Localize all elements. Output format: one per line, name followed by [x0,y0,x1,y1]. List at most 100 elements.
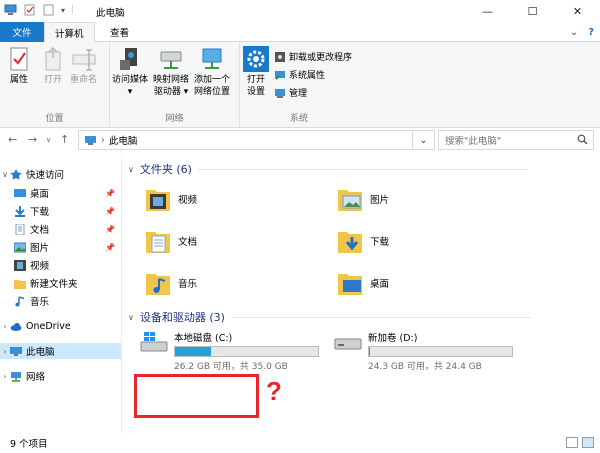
group-label-system: 系统 [289,114,308,124]
system-properties-button[interactable]: 系统属性 [274,68,325,81]
documents-folder-icon [146,232,170,253]
tab-computer[interactable]: 计算机 [44,22,95,43]
nav-network[interactable]: › 网络 [0,368,121,384]
expand-chevron-icon[interactable]: ∨ [0,170,10,179]
new-folder-icon[interactable] [42,4,55,16]
drive-c[interactable]: 本地磁盘 (C:) 26.2 GB 可用，共 35.0 GB [140,330,319,372]
up-arrow-icon[interactable]: ↑ [60,133,69,146]
forward-arrow-icon[interactable]: → [28,133,37,146]
folder-pictures[interactable]: 图片 [336,185,389,213]
map-drive-button[interactable]: 映射网络 驱动器 ▾ [153,46,189,98]
downloads-folder-icon [338,232,362,253]
location-group: 属性 打开 重命名 位置 [0,42,110,128]
folder-label: 桌面 [370,279,390,290]
drive-name: 本地磁盘 (C:) [174,333,233,344]
nav-item-desktop[interactable]: 桌面 📌 [0,185,121,201]
collapse-chevron-icon[interactable]: ∨ [128,165,134,174]
nav-item-music[interactable]: 音乐 [0,293,121,309]
help-icon[interactable]: ? [588,27,594,38]
open-button[interactable]: 打开 [40,46,66,86]
drive-usage-fill [369,347,371,356]
folder-videos[interactable]: 视频 [144,185,197,213]
title-bar: ▾ | 此电脑 — ☐ ✕ [0,0,600,22]
tab-file[interactable]: 文件 [0,22,44,42]
map-drive-label-1: 映射网络 [153,75,190,85]
ribbon-controls: ⌄ ? [570,27,594,38]
properties-button[interactable]: 属性 [6,46,32,86]
rename-button[interactable]: 重命名 [70,46,97,86]
highlight-box [134,374,259,418]
ribbon: 属性 打开 重命名 位置 访问媒体 ▾ 映射网络 驱动器 ▾ 添加一个 网络位置… [0,42,600,128]
drive-d[interactable]: 新加卷 (D:) 24.3 GB 可用，共 24.4 GB [334,330,513,372]
folder-desktop[interactable]: 桌面 [336,269,389,297]
star-icon [10,168,22,180]
uninstall-button[interactable]: 卸载或更改程序 [274,50,352,63]
properties-icon[interactable] [23,4,36,16]
open-icon [45,46,61,71]
nav-label: 文档 [30,225,50,236]
address-dropdown-chevron-icon[interactable]: ⌄ [413,130,435,150]
nav-item-videos[interactable]: 视频 [0,257,121,273]
breadcrumb-this-pc[interactable]: 此电脑 [109,133,138,147]
recent-locations-chevron-icon[interactable]: ∨ [46,136,51,144]
open-settings-button[interactable]: 打开 设置 [243,46,269,98]
nav-label: 视频 [30,261,50,272]
pin-icon: 📌 [105,206,115,216]
address-bar[interactable]: › 此电脑 [78,130,413,150]
large-icons-view-icon[interactable] [582,437,594,448]
collapse-ribbon-icon[interactable]: ⌄ [570,27,578,38]
section-header-folders[interactable]: ∨ 文件夹 (6) [128,161,528,177]
nav-item-downloads[interactable]: 下载 📌 [0,203,121,219]
ribbon-tabs: 文件 计算机 查看 [0,22,600,43]
download-arrow-icon [15,205,25,217]
drive-space: 26.2 GB 可用，共 35.0 GB [174,362,288,372]
maximize-button[interactable]: ☐ [510,0,555,22]
media-icon [120,48,137,70]
folder-label: 音乐 [178,279,198,290]
open-settings-label-1: 打开 [246,75,265,85]
drive-name: 新加卷 (D:) [368,333,418,344]
search-input[interactable]: 搜索"此电脑" [438,130,594,150]
search-icon [577,134,588,145]
back-arrow-icon[interactable]: ← [8,133,17,146]
expand-chevron-icon[interactable]: › [0,322,10,331]
nav-quick-access[interactable]: ∨ 快速访问 [0,166,121,182]
nav-item-pictures[interactable]: 图片 📌 [0,239,121,255]
collapse-chevron-icon[interactable]: ∨ [128,313,134,322]
minimize-button[interactable]: — [465,0,510,22]
open-settings-label-2: 设置 [246,87,265,97]
settings-gear-icon [243,46,269,72]
folder-downloads[interactable]: 下载 [336,227,389,255]
group-label-network: 网络 [165,114,184,124]
nav-label: 网络 [26,372,46,383]
nav-item-documents[interactable]: 文档 📌 [0,221,121,237]
desktop-folder-icon [338,274,362,295]
access-media-button[interactable]: 访问媒体 ▾ [112,46,148,98]
uninstall-icon [275,51,285,62]
music-note-icon [15,295,25,306]
uninstall-label: 卸载或更改程序 [289,53,353,63]
add-network-location-button[interactable]: 添加一个 网络位置 [194,46,230,98]
expand-chevron-icon[interactable]: › [0,347,10,356]
manage-button[interactable]: 管理 [274,86,307,99]
close-button[interactable]: ✕ [555,0,600,22]
nav-onedrive[interactable]: › OneDrive [0,318,121,334]
folder-documents[interactable]: 文档 [144,227,197,255]
manage-icon [275,88,285,98]
network-icon [11,371,21,382]
folder-music[interactable]: 音乐 [144,269,197,297]
view-toggle [566,437,594,448]
group-label-location: 位置 [45,114,64,124]
system-properties-icon [275,70,285,80]
rename-icon [72,49,95,71]
customize-toolbar-icon[interactable]: ▾ [61,6,65,15]
nav-item-new-folder[interactable]: 新建文件夹 [0,275,121,291]
drive-usage-fill [175,347,211,356]
tab-view[interactable]: 查看 [100,22,139,42]
section-header-drives[interactable]: ∨ 设备和驱动器 (3) [128,309,531,325]
address-row: ← → ∨ ↑ › 此电脑 ⌄ 搜索"此电脑" [0,128,600,152]
expand-chevron-icon[interactable]: › [0,372,10,381]
details-view-icon[interactable] [566,437,578,448]
window-controls: — ☐ ✕ [465,0,600,22]
nav-this-pc[interactable]: › 此电脑 [0,343,121,359]
